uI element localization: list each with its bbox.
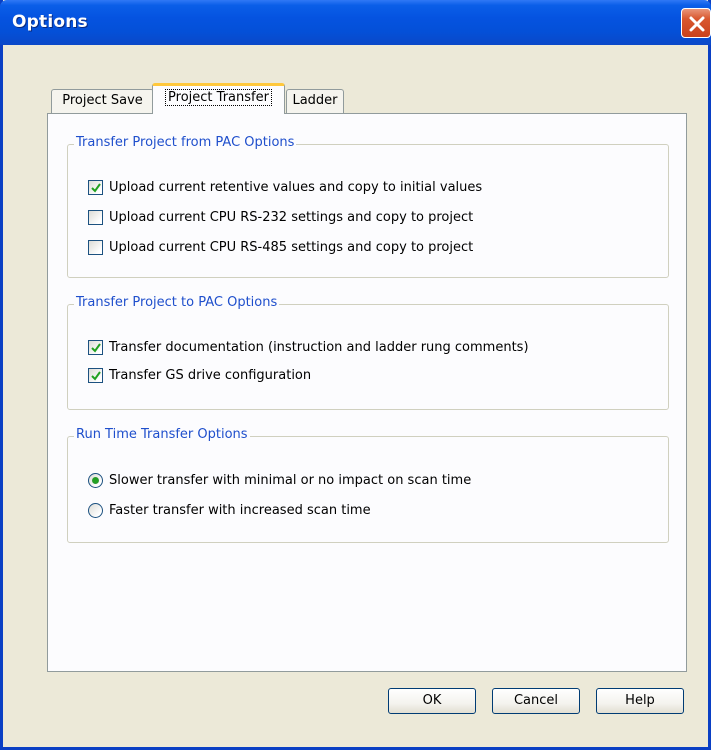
option-label: Upload current CPU RS-232 settings and c…: [109, 209, 474, 225]
window-title: Options: [12, 12, 88, 32]
tab-label: Ladder: [292, 93, 338, 108]
close-button[interactable]: [681, 8, 711, 38]
checkmark-icon: [91, 182, 101, 193]
option-label: Upload current retentive values and copy…: [109, 179, 483, 195]
checkbox-upload-rs232[interactable]: Upload current CPU RS-232 settings and c…: [88, 207, 473, 227]
checkmark-icon: [91, 370, 101, 381]
ok-button[interactable]: OK: [388, 688, 476, 714]
tab-project-transfer[interactable]: Project Transfer: [152, 83, 285, 114]
option-label: Slower transfer with minimal or no impac…: [109, 472, 472, 488]
group-title: Transfer Project to PAC Options: [74, 295, 280, 310]
radio-dot-icon: [93, 477, 98, 483]
checkmark-icon: [91, 342, 101, 353]
group-transfer-to-pac: Transfer Project to PAC Options Transfer…: [67, 295, 669, 410]
tab-ladder[interactable]: Ladder: [286, 89, 344, 113]
checkbox-checked[interactable]: [88, 339, 103, 355]
checkbox-checked[interactable]: [88, 179, 103, 195]
cancel-button[interactable]: Cancel: [492, 688, 580, 714]
group-transfer-from-pac: Transfer Project from PAC Options Upload…: [67, 135, 669, 278]
checkbox-upload-retentive[interactable]: Upload current retentive values and copy…: [88, 177, 482, 197]
option-label: Faster transfer with increased scan time: [109, 502, 371, 518]
tab-label: Project Transfer: [165, 89, 272, 106]
group-title: Transfer Project from PAC Options: [74, 135, 297, 150]
group-title: Run Time Transfer Options: [74, 427, 250, 442]
checkbox-transfer-gs-drive[interactable]: Transfer GS drive configuration: [88, 365, 311, 385]
close-icon: [689, 16, 705, 32]
tab-panel-project-transfer: Transfer Project from PAC Options Upload…: [47, 113, 687, 672]
checkbox-upload-rs485[interactable]: Upload current CPU RS-485 settings and c…: [88, 237, 473, 257]
checkbox-transfer-documentation[interactable]: Transfer documentation (instruction and …: [88, 337, 529, 357]
radio-slower-transfer[interactable]: Slower transfer with minimal or no impac…: [88, 470, 471, 490]
options-dialog: Options Project Save Project Transfer La…: [0, 0, 711, 750]
tab-label: Project Save: [62, 93, 143, 108]
option-label: Transfer GS drive configuration: [109, 367, 312, 383]
checkbox-unchecked[interactable]: [88, 239, 103, 255]
tab-project-save[interactable]: Project Save: [51, 89, 154, 113]
radio-selected[interactable]: [88, 472, 103, 488]
checkbox-checked[interactable]: [88, 367, 103, 383]
radio-faster-transfer[interactable]: Faster transfer with increased scan time: [88, 500, 371, 520]
radio-unselected[interactable]: [88, 502, 103, 518]
group-run-time-transfer: Run Time Transfer Options Slower transfe…: [67, 427, 669, 543]
help-button[interactable]: Help: [596, 688, 684, 714]
option-label: Upload current CPU RS-485 settings and c…: [109, 239, 474, 255]
option-label: Transfer documentation (instruction and …: [109, 339, 529, 355]
checkbox-unchecked[interactable]: [88, 209, 103, 225]
title-bar[interactable]: Options: [0, 0, 711, 45]
